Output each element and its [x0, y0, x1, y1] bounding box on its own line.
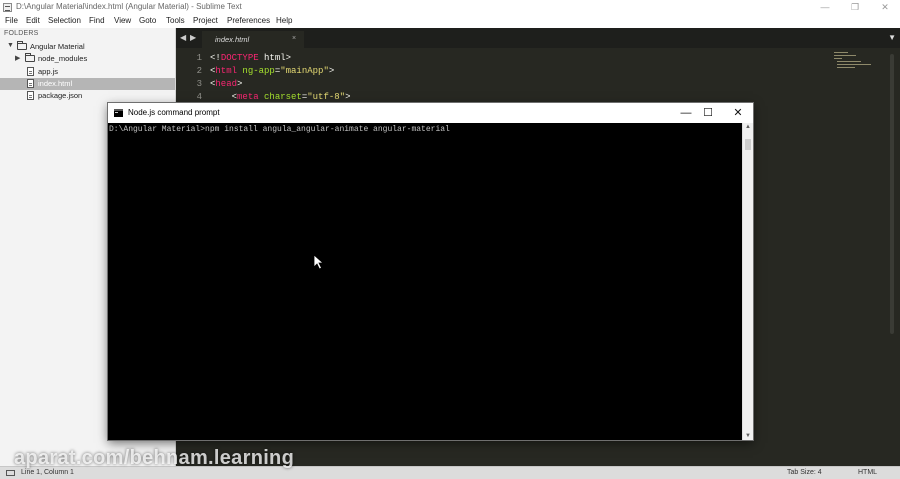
sidebar-item-package-json[interactable]: package.json: [0, 90, 175, 102]
sidebar-item-label: index.html: [38, 79, 73, 88]
window-title: D:\Angular Material\index.html (Angular …: [16, 2, 242, 11]
nodejs-command-prompt-window[interactable]: Node.js command prompt — ☐ ✕ D:\Angular …: [108, 103, 753, 440]
console-title: Node.js command prompt: [128, 108, 220, 117]
console-close-button[interactable]: ✕: [723, 103, 753, 123]
code-string: "mainApp": [280, 66, 329, 76]
code-tag: meta: [237, 92, 259, 102]
line-number: 1: [196, 53, 202, 63]
console-app-icon: [114, 109, 123, 117]
tab-dropdown-icon[interactable]: ▼: [888, 33, 896, 42]
restore-button[interactable]: ❐: [840, 0, 870, 15]
sidebar-item-node-modules[interactable]: ▶ node_modules: [0, 53, 175, 65]
menu-selection[interactable]: Selection: [48, 16, 81, 25]
mouse-pointer-icon: [313, 254, 325, 270]
line-number: 4: [196, 92, 202, 102]
code-attr: ng-app: [237, 66, 275, 76]
minimize-button[interactable]: —: [810, 0, 840, 15]
line-number: 3: [196, 79, 202, 89]
scroll-thumb[interactable]: [745, 139, 751, 150]
code-line-3: <head>: [210, 79, 242, 89]
menu-goto[interactable]: Goto: [139, 16, 156, 25]
sublime-app-icon: [3, 3, 12, 12]
menu-tools[interactable]: Tools: [166, 16, 185, 25]
code-punct: html>: [258, 53, 292, 63]
code-string: "utf-8": [307, 92, 346, 102]
sidebar-item-label: package.json: [38, 91, 83, 100]
code-punct: >: [345, 92, 351, 102]
console-title-bar[interactable]: Node.js command prompt — ☐ ✕: [108, 103, 753, 123]
close-button[interactable]: ✕: [870, 0, 900, 15]
code-punct: <: [210, 92, 238, 102]
menu-help[interactable]: Help: [276, 16, 292, 25]
console-output[interactable]: D:\Angular Material>npm install angula_a…: [108, 123, 742, 440]
panel-toggle-icon[interactable]: [6, 470, 15, 476]
code-punct: >: [328, 66, 335, 76]
watermark: aparat.com/behnam.learning: [14, 447, 295, 469]
console-command-line: D:\Angular Material>npm install angula_a…: [109, 125, 450, 134]
menu-view[interactable]: View: [114, 16, 131, 25]
syntax-indicator[interactable]: HTML: [858, 469, 877, 476]
code-tag: html: [215, 66, 238, 76]
menu-project[interactable]: Project: [193, 16, 218, 25]
code-punct: <!: [210, 53, 221, 63]
tab-index-html[interactable]: index.html ×: [202, 31, 304, 48]
sidebar-item-index-html[interactable]: index.html: [0, 78, 175, 90]
code-line-2: <html ng-app="mainApp">: [210, 66, 334, 76]
console-scrollbar[interactable]: ▲ ▼: [742, 123, 753, 440]
code-punct: >: [237, 79, 243, 89]
code-attr: charset: [258, 92, 302, 102]
tab-size-indicator[interactable]: Tab Size: 4: [787, 469, 822, 476]
sidebar-item-label: app.js: [38, 67, 59, 76]
menu-edit[interactable]: Edit: [26, 16, 40, 25]
scroll-up-icon[interactable]: ▲: [745, 124, 751, 130]
sidebar-folder-root[interactable]: ▼ Angular Material: [0, 41, 175, 53]
title-bar: D:\Angular Material\index.html (Angular …: [0, 0, 900, 16]
tab-close-icon[interactable]: ×: [292, 35, 296, 42]
scroll-down-icon[interactable]: ▼: [745, 433, 751, 439]
minimap[interactable]: [834, 52, 884, 72]
folder-icon: [25, 53, 35, 62]
menu-find[interactable]: Find: [89, 16, 105, 25]
folder-open-icon: [17, 41, 27, 50]
file-icon: [27, 67, 34, 76]
tab-nav-left-icon[interactable]: ◀: [180, 33, 186, 42]
tab-label: index.html: [215, 35, 250, 44]
tab-nav-right-icon[interactable]: ▶: [190, 33, 196, 42]
sidebar-item-app-js[interactable]: app.js: [0, 66, 175, 78]
sidebar-item-label: node_modules: [38, 54, 88, 63]
file-icon: [27, 91, 34, 100]
file-icon: [27, 79, 34, 88]
sidebar-root-label: Angular Material: [30, 42, 85, 51]
code-line-1: <!DOCTYPE html>: [210, 53, 291, 63]
console-maximize-button[interactable]: ☐: [693, 103, 723, 123]
expanded-arrow-icon[interactable]: ▼: [7, 42, 14, 49]
collapsed-arrow-icon[interactable]: ▶: [15, 54, 20, 62]
menu-bar: File Edit Selection Find View Goto Tools…: [0, 15, 900, 28]
code-line-4: <meta charset="utf-8">: [210, 92, 351, 102]
editor-scrollbar[interactable]: [890, 54, 894, 334]
menu-preferences[interactable]: Preferences: [227, 16, 270, 25]
cursor-position: Line 1, Column 1: [21, 469, 74, 476]
menu-file[interactable]: File: [5, 16, 18, 25]
code-keyword: DOCTYPE: [220, 53, 259, 63]
code-tag: head: [215, 79, 238, 89]
folders-header: FOLDERS: [4, 30, 39, 37]
line-number: 2: [196, 66, 202, 76]
tab-bar: ◀ ▶ index.html × ▼: [176, 28, 900, 48]
